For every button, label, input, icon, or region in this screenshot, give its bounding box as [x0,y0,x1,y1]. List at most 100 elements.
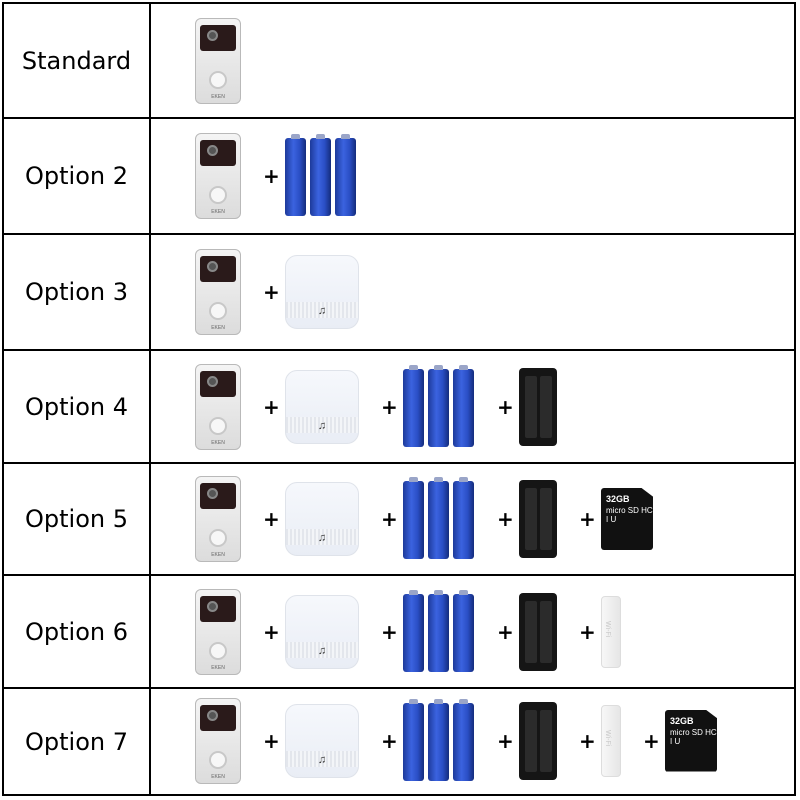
battery-cell [428,477,449,559]
music-note-icon: ♫ [317,532,327,544]
batteries-image [403,589,475,674]
plus-sign: + [381,619,398,644]
option-row: Standard EKEN [4,4,794,119]
battery-cell [403,477,424,559]
plus-sign: + [643,728,660,753]
option-label: Option 7 [25,727,128,756]
charger-slot [540,375,552,438]
video-doorbell-image: EKEN [195,588,241,675]
charger-slot [540,600,552,663]
doorbell-camera-panel [200,24,236,51]
music-note-icon: ♫ [317,305,327,317]
option-label: Option 2 [25,162,128,190]
battery-cell [310,134,331,216]
batteries-image [403,364,475,449]
doorbell-lens [207,709,218,721]
doorbell-ring-button [209,641,227,660]
sd-card-logo: micro SD HC I U [670,727,717,746]
chime-receiver-image: ♫ [285,703,359,778]
sd-card-image: 32GB micro SD HC I U [665,709,717,772]
doorbell-ring-button [209,529,227,547]
charger-slot [525,488,537,550]
option-label: Option 5 [25,505,128,533]
video-doorbell-image: EKEN [195,17,241,104]
option-label-cell: Option 4 [4,351,151,462]
option-row: Option 3 EKEN + ♫ [4,235,794,351]
doorbell-camera-panel [200,140,236,166]
plus-sign: + [497,728,514,753]
video-doorbell-image: EKEN [195,133,241,219]
sd-card-image: 32GB micro SD HC I U [601,488,653,550]
doorbell-brand-text: EKEN [211,325,225,331]
battery-charger-image [519,367,557,446]
option-label: Standard [21,46,132,75]
plus-sign: + [497,507,514,531]
doorbell-brand-text: EKEN [211,209,225,215]
wifi-repeater-image: Wi-Fi [601,595,621,668]
doorbell-brand-text: EKEN [211,773,225,780]
option-label-cell: Option 7 [4,689,151,794]
doorbell-lens [207,375,218,387]
battery-cell [453,589,474,672]
battery-charger-image [519,592,557,671]
option-row: Option 5 EKEN + ♫ + + +32GB micro SD HC I U [4,464,794,576]
battery-cell [453,477,474,559]
charger-slot [525,375,537,438]
doorbell-lens [207,29,218,41]
doorbell-ring-button [209,302,227,320]
battery-cell [453,364,474,447]
plus-sign: + [381,728,398,753]
battery-cell [403,698,424,781]
option-label-cell: Option 5 [4,464,151,574]
plus-sign: + [497,394,514,419]
video-doorbell-image: EKEN [195,363,241,450]
wifi-repeater-image: Wi-Fi [601,704,621,777]
doorbell-camera-panel [200,370,236,397]
video-doorbell-image: EKEN [195,249,241,335]
option-label-cell: Option 6 [4,576,151,687]
plus-sign: + [263,507,280,531]
doorbell-ring-button [209,416,227,435]
doorbell-ring-button [209,750,227,769]
batteries-image [285,134,357,218]
option-row: Option 7 EKEN + ♫ + + + Wi-Fi +32GB micro SD HC … [4,689,794,794]
battery-cell [335,134,356,216]
plus-sign: + [263,728,280,753]
option-items: EKEN + ♫ [151,235,794,349]
video-doorbell-image: EKEN [195,476,241,562]
plus-sign: + [263,619,280,644]
plus-sign: + [579,728,596,753]
option-label-cell: Option 3 [4,235,151,349]
option-label-cell: Standard [4,4,151,117]
plus-sign: + [263,164,280,188]
charger-slot [540,709,552,772]
music-note-icon: ♫ [317,419,327,432]
option-label: Option 3 [25,278,128,306]
options-table: Standard EKEN Option 2 EKEN + Option 3 EK… [2,2,796,796]
plus-sign: + [497,619,514,644]
option-row: Option 6 EKEN + ♫ + + + Wi-Fi [4,576,794,689]
doorbell-lens [207,261,218,272]
doorbell-camera-panel [200,256,236,282]
charger-slot [525,600,537,663]
battery-cell [428,698,449,781]
option-items: EKEN + ♫ + + +32GB micro SD HC I U [151,464,794,574]
batteries-image [403,477,475,561]
plus-sign: + [263,394,280,419]
doorbell-brand-text: EKEN [211,552,225,558]
option-label: Option 6 [25,617,128,646]
chime-receiver-image: ♫ [285,482,359,556]
option-label-cell: Option 2 [4,119,151,233]
doorbell-lens [207,488,218,499]
chime-receiver-image: ♫ [285,255,359,329]
battery-charger-image [519,701,557,780]
video-doorbell-image: EKEN [195,697,241,784]
doorbell-ring-button [209,70,227,89]
option-items: EKEN + ♫ + + [151,351,794,462]
option-row: Option 2 EKEN + [4,119,794,235]
option-items: EKEN [151,4,794,117]
sd-card-logo: micro SD HC I U [606,506,653,524]
battery-cell [453,698,474,781]
plus-sign: + [579,507,596,531]
doorbell-lens [207,145,218,156]
